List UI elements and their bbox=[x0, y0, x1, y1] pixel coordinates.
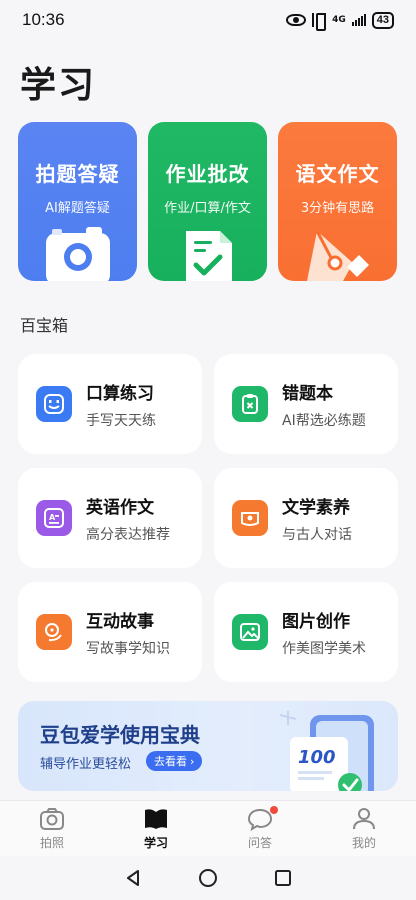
tool-desc: AI帮选必练题 bbox=[282, 412, 366, 429]
scroll-icon bbox=[232, 500, 268, 536]
feature-title: 作业批改 bbox=[165, 162, 250, 186]
feature-card-photo-question[interactable]: 拍题答疑 AI解题答疑 bbox=[18, 122, 137, 281]
phone-illustration-icon: 100 bbox=[279, 711, 374, 791]
nav-label: 学习 bbox=[143, 835, 168, 850]
tool-desc: 高分表达推荐 bbox=[86, 526, 170, 543]
tool-desc: 与古人对话 bbox=[282, 526, 352, 543]
nav-label: 我的 bbox=[351, 835, 376, 850]
nav-label: 问答 bbox=[247, 835, 272, 850]
vibrate-icon bbox=[312, 13, 327, 31]
tool-card-mistake-book[interactable]: 错题本 AI帮选必练题 bbox=[214, 354, 398, 454]
notification-dot bbox=[270, 806, 278, 814]
image-icon bbox=[232, 614, 268, 650]
eye-icon bbox=[286, 14, 307, 26]
banner-go-button[interactable]: 去看看 › bbox=[146, 751, 203, 771]
chat-bubbles-icon bbox=[36, 614, 72, 650]
status-icons: 4G 43 bbox=[286, 11, 394, 31]
banner-button-label: 去看看 bbox=[154, 755, 187, 768]
checked-document-icon bbox=[185, 231, 232, 281]
feature-subtitle: 3分钟有思路 bbox=[300, 201, 375, 216]
tool-card-image-creation[interactable]: 图片创作 作美图学美术 bbox=[214, 582, 398, 682]
feature-title: 语文作文 bbox=[295, 162, 380, 186]
back-triangle-icon[interactable] bbox=[124, 869, 142, 887]
smile-face-icon bbox=[36, 386, 72, 422]
tool-name: 图片创作 bbox=[282, 611, 350, 632]
feature-subtitle: 作业/口算/作文 bbox=[164, 201, 251, 216]
system-nav-bar bbox=[0, 856, 416, 900]
signal-icon bbox=[351, 14, 366, 26]
page-title: 学习 bbox=[20, 64, 97, 106]
feature-title: 拍题答疑 bbox=[35, 162, 120, 186]
tool-name: 英语作文 bbox=[86, 497, 154, 518]
tool-card-interactive-story[interactable]: 互动故事 写故事学知识 bbox=[18, 582, 202, 682]
tool-name: 错题本 bbox=[282, 383, 333, 404]
tool-name: 互动故事 bbox=[86, 611, 154, 632]
chevron-right-icon: › bbox=[190, 754, 195, 768]
feature-card-chinese-essay[interactable]: 语文作文 3分钟有思路 bbox=[278, 122, 397, 281]
battery-indicator: 43 bbox=[371, 11, 394, 29]
svg-text:A: A bbox=[49, 513, 56, 522]
feature-card-homework-check[interactable]: 作业批改 作业/口算/作文 bbox=[148, 122, 267, 281]
nav-item-photo[interactable]: 拍照 bbox=[0, 801, 104, 856]
camera-icon bbox=[45, 227, 110, 281]
score-badge: 100 bbox=[298, 747, 336, 768]
nav-item-qa[interactable]: 问答 bbox=[208, 801, 312, 856]
bottom-nav: 拍照 学习 问答 我的 bbox=[0, 800, 416, 856]
banner-subtitle: 辅导作业更轻松 bbox=[40, 757, 132, 772]
tool-name: 口算练习 bbox=[86, 383, 154, 404]
network-type: 4G bbox=[332, 14, 346, 25]
tool-name: 文学素养 bbox=[282, 497, 350, 518]
home-circle-icon[interactable] bbox=[198, 868, 218, 888]
tool-desc: 手写天天练 bbox=[86, 412, 156, 429]
status-bar: 10:36 4G 43 bbox=[0, 0, 416, 40]
tool-card-literature[interactable]: 文学素养 与古人对话 bbox=[214, 468, 398, 568]
status-time: 10:36 bbox=[22, 10, 65, 29]
camera-outline-icon bbox=[40, 807, 64, 830]
feature-subtitle: AI解题答疑 bbox=[45, 201, 110, 216]
clipboard-x-icon bbox=[232, 386, 268, 422]
recents-square-icon[interactable] bbox=[274, 869, 292, 887]
pen-nib-icon bbox=[306, 230, 369, 281]
book-icon bbox=[145, 808, 167, 829]
tool-desc: 作美图学美术 bbox=[282, 640, 366, 657]
nav-item-study[interactable]: 学习 bbox=[104, 801, 208, 856]
banner-title: 豆包爱学使用宝典 bbox=[40, 723, 200, 747]
nav-item-me[interactable]: 我的 bbox=[312, 801, 416, 856]
letter-a-icon: A bbox=[36, 500, 72, 536]
guide-banner[interactable]: 豆包爱学使用宝典 辅导作业更轻松 去看看 › 100 bbox=[18, 701, 398, 791]
tool-card-english-essay[interactable]: A 英语作文 高分表达推荐 bbox=[18, 468, 202, 568]
person-icon bbox=[353, 807, 375, 829]
section-title: 百宝箱 bbox=[20, 316, 69, 335]
tool-desc: 写故事学知识 bbox=[86, 640, 170, 657]
tool-card-oral-math[interactable]: 口算练习 手写天天练 bbox=[18, 354, 202, 454]
nav-label: 拍照 bbox=[39, 835, 64, 850]
